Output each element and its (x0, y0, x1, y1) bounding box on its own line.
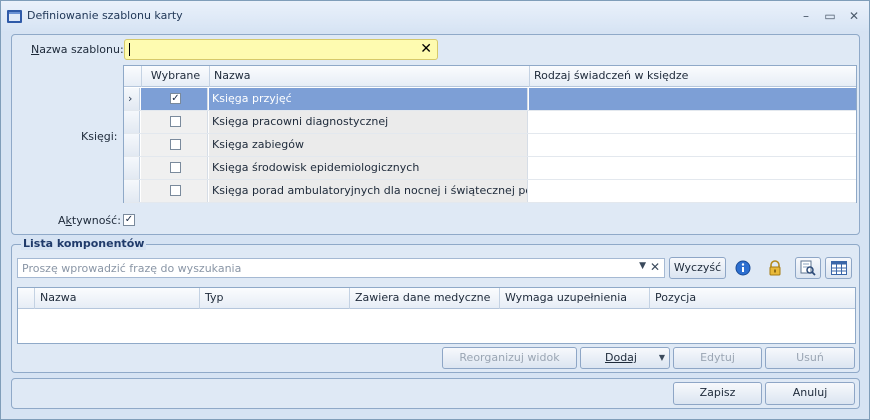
reorganize-view-button[interactable]: Reorganizuj widok (442, 347, 577, 369)
find-icon (800, 260, 816, 276)
info-button[interactable] (731, 257, 755, 279)
book-kind-cell[interactable] (529, 88, 856, 110)
remove-button[interactable]: Usuń (765, 347, 855, 369)
dropdown-icon[interactable]: ▼ (639, 261, 646, 271)
selected-cell[interactable] (141, 111, 208, 133)
active-checkbox[interactable]: ✓ (123, 214, 135, 226)
column-header-medical-data[interactable]: Zawiera dane medyczne (349, 288, 499, 309)
close-button[interactable]: ✕ (845, 8, 863, 24)
components-list[interactable]: Nazwa Typ Zawiera dane medyczne Wymaga u… (17, 287, 856, 344)
row-selector-header (18, 288, 34, 309)
app-icon (7, 10, 22, 23)
dialog-window: Definiowanie szablonu karty – ▭ ✕ Nazwa … (0, 0, 870, 420)
maximize-button[interactable]: ▭ (821, 8, 839, 24)
selected-cell[interactable] (141, 134, 208, 156)
column-header-name[interactable]: Nazwa (209, 66, 529, 87)
chevron-down-icon: ▼ (658, 353, 665, 362)
table-row[interactable]: Księga środowisk epidemiologicznych (124, 157, 856, 180)
book-checkbox[interactable] (170, 162, 181, 173)
save-button[interactable]: Zapisz (673, 382, 762, 405)
title-bar[interactable]: Definiowanie szablonu karty – ▭ ✕ (1, 1, 869, 31)
book-name-cell[interactable]: Księga zabiegów (209, 134, 528, 156)
book-name-cell[interactable]: Księga środowisk epidemiologicznych (209, 157, 528, 179)
book-kind-cell[interactable] (529, 180, 856, 202)
add-button[interactable]: Dodaj ▼ (580, 347, 670, 369)
row-selector[interactable] (124, 134, 140, 156)
active-label: Aktywność: (58, 214, 121, 227)
table-row[interactable]: Księga pracowni diagnostycznej (124, 111, 856, 134)
row-selector[interactable] (124, 180, 140, 202)
components-group-title: Lista komponentów (21, 237, 147, 250)
column-header-kind[interactable]: Rodzaj świadczeń w księdze (529, 66, 856, 87)
row-selector-header (124, 66, 141, 87)
row-pointer-icon: › (128, 92, 133, 105)
selected-cell[interactable] (141, 180, 208, 202)
book-kind-cell[interactable] (529, 111, 856, 133)
name-label: Nazwa szablonu: (31, 43, 124, 56)
book-kind-cell[interactable] (529, 134, 856, 156)
books-grid[interactable]: Wybrane Nazwa Rodzaj świadczeń w księdze… (123, 65, 857, 203)
clear-button[interactable]: Wyczyść (669, 257, 726, 279)
components-list-header: Nazwa Typ Zawiera dane medyczne Wymaga u… (18, 288, 855, 309)
lock-button[interactable] (763, 257, 787, 279)
add-button-label: Dodaj (605, 351, 637, 364)
column-header-selected[interactable]: Wybrane (141, 66, 209, 87)
book-checkbox[interactable] (170, 185, 181, 196)
search-input[interactable]: Proszę wprowadzić frazę do wyszukania ▼ … (17, 258, 665, 278)
clear-search-icon[interactable]: ✕ (650, 260, 660, 274)
column-header-required[interactable]: Wymaga uzupełnienia (499, 288, 649, 309)
selected-cell[interactable] (141, 157, 208, 179)
lock-icon (769, 260, 781, 276)
book-name-cell[interactable]: Księga pracowni diagnostycznej (209, 111, 528, 133)
books-grid-header: Wybrane Nazwa Rodzaj świadczeń w księdze (124, 66, 856, 87)
column-header-position[interactable]: Pozycja (649, 288, 855, 309)
book-checkbox[interactable]: ✓ (170, 93, 181, 104)
row-selector[interactable] (124, 157, 140, 179)
minimize-button[interactable]: – (797, 8, 815, 24)
text-caret (129, 43, 130, 56)
books-label: Księgi: (81, 130, 118, 143)
column-header-type[interactable]: Typ (199, 288, 349, 309)
search-placeholder: Proszę wprowadzić frazę do wyszukania (22, 262, 242, 275)
book-name-cell[interactable]: Księga przyjęć (209, 88, 528, 110)
template-name-field[interactable]: ✕ (124, 39, 438, 60)
window-title: Definiowanie szablonu karty (27, 9, 183, 22)
grid-view-icon (830, 261, 847, 275)
table-row[interactable]: Księga porad ambulatoryjnych dla nocnej … (124, 180, 856, 203)
row-selector[interactable] (124, 111, 140, 133)
table-row[interactable]: › ✓ Księga przyjęć (124, 88, 856, 111)
table-row[interactable]: Księga zabiegów (124, 134, 856, 157)
cancel-button[interactable]: Anuluj (765, 382, 855, 405)
grid-view-button[interactable] (825, 257, 852, 279)
book-checkbox[interactable] (170, 139, 181, 150)
clear-x-icon[interactable]: ✕ (420, 41, 432, 57)
column-header-component-name[interactable]: Nazwa (34, 288, 199, 309)
info-icon (735, 260, 751, 276)
book-kind-cell[interactable] (529, 157, 856, 179)
book-checkbox[interactable] (170, 116, 181, 127)
row-selector[interactable]: › (124, 88, 140, 110)
edit-button[interactable]: Edytuj (673, 347, 762, 369)
selected-cell[interactable]: ✓ (141, 88, 208, 110)
book-name-cell[interactable]: Księga porad ambulatoryjnych dla nocnej … (209, 180, 528, 202)
find-button[interactable] (795, 257, 821, 279)
